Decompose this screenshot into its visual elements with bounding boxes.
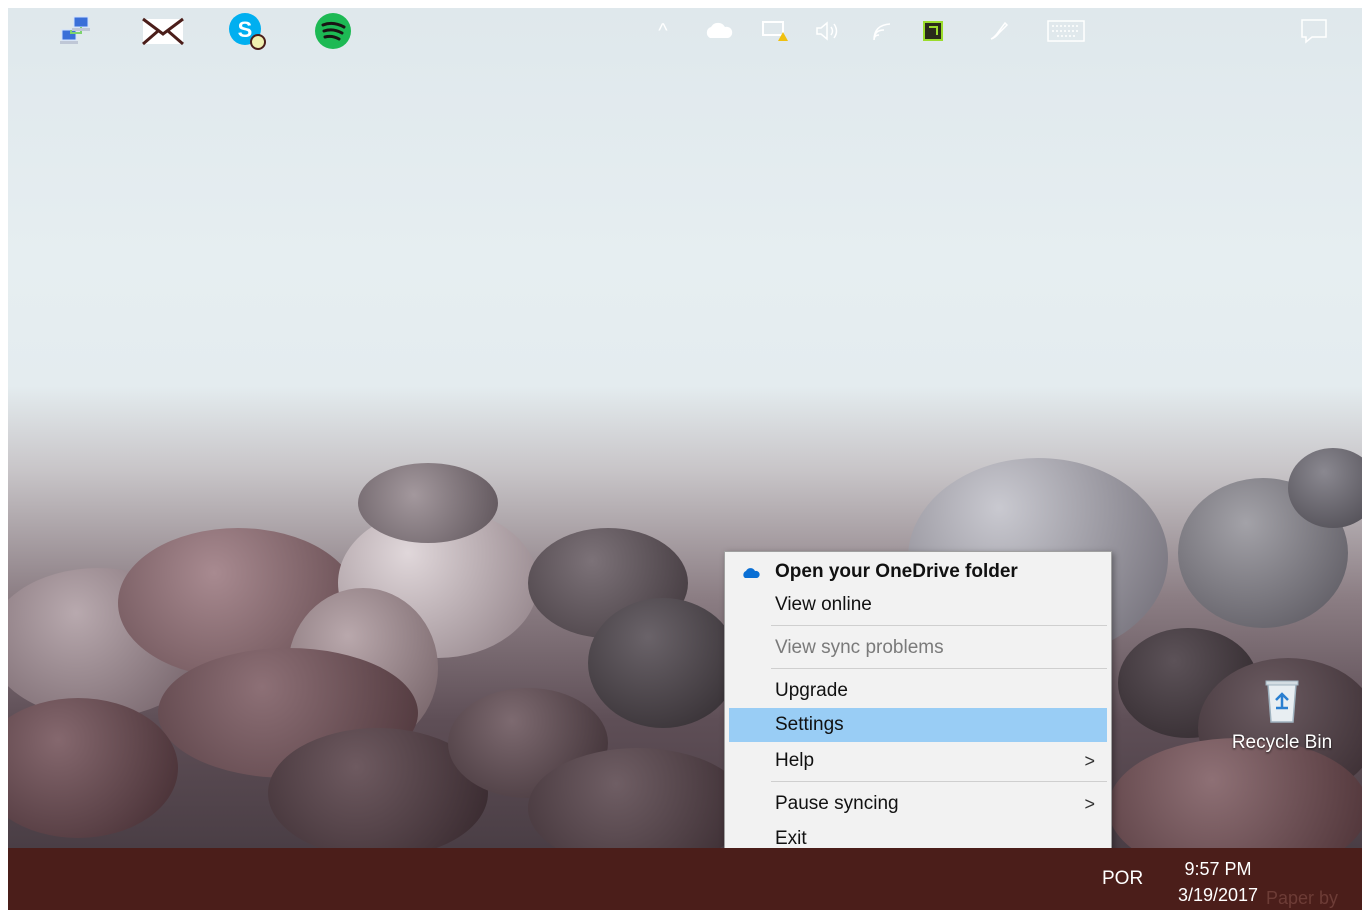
onedrive-context-menu: Open your OneDrive folder View online Vi… — [724, 551, 1112, 857]
clock-date: 3/19/2017 — [1177, 885, 1259, 905]
volume-icon[interactable] — [810, 0, 844, 62]
svg-text:S: S — [238, 17, 253, 42]
mail-icon[interactable] — [138, 0, 188, 62]
clock[interactable]: 9:57 PM 3/19/2017 — [1168, 856, 1268, 908]
menu-item-help[interactable]: Help > — [729, 744, 1107, 778]
pen-workspace-icon[interactable] — [982, 0, 1016, 62]
overflow-glyph: ^ — [658, 19, 668, 42]
menu-item-label: Upgrade — [775, 680, 848, 701]
action-center-icon[interactable] — [1292, 0, 1336, 62]
touch-keyboard-icon[interactable] — [1044, 0, 1088, 62]
taskbar — [8, 848, 1362, 910]
menu-item-settings[interactable]: Settings — [729, 708, 1107, 742]
recycle-bin-label: Recycle Bin — [1231, 732, 1333, 753]
skype-icon[interactable]: S — [222, 0, 272, 62]
device-warning-icon[interactable] — [758, 0, 792, 62]
menu-item-label: View sync problems — [775, 637, 944, 658]
show-hidden-icons-chevron-icon[interactable]: ^ — [648, 0, 678, 62]
menu-separator — [771, 781, 1107, 782]
wallpaper-stone — [588, 598, 738, 728]
menu-item-pause-syncing[interactable]: Pause syncing > — [729, 787, 1107, 821]
menu-item-label: View online — [775, 594, 872, 615]
menu-item-upgrade[interactable]: Upgrade — [729, 674, 1107, 708]
menu-item-view-sync-problems: View sync problems — [729, 631, 1107, 665]
menu-item-view-online[interactable]: View online — [729, 588, 1107, 622]
wallpaper-credit-text: Paper by — [1266, 888, 1339, 908]
menu-item-label: Open your OneDrive folder — [775, 561, 1018, 582]
menu-item-label: Exit — [775, 828, 807, 849]
recycle-bin-shortcut[interactable]: Recycle Bin — [1222, 678, 1342, 788]
wallpaper-stone — [358, 463, 498, 543]
spotify-icon[interactable] — [308, 0, 358, 62]
menu-item-label: Settings — [775, 714, 844, 735]
desktop-wallpaper — [8, 8, 1362, 848]
input-language-indicator[interactable]: POR — [1102, 868, 1143, 890]
recycle-bin-icon — [1265, 678, 1299, 724]
menu-item-open-onedrive-folder[interactable]: Open your OneDrive folder — [729, 555, 1107, 589]
submenu-arrow-icon: > — [1084, 751, 1095, 771]
onedrive-tray-icon[interactable] — [702, 0, 736, 62]
menu-item-label: Help — [775, 750, 815, 771]
wifi-icon[interactable] — [866, 0, 900, 62]
menu-item-label: Pause syncing — [775, 793, 899, 814]
menu-separator — [771, 668, 1107, 669]
wallpaper-stone — [8, 698, 178, 838]
clock-time: 9:57 PM — [1184, 859, 1252, 879]
green-app-tray-icon[interactable] — [916, 0, 950, 62]
menu-separator — [771, 625, 1107, 626]
network-connections-icon[interactable] — [52, 0, 102, 62]
submenu-arrow-icon: > — [1084, 794, 1095, 814]
